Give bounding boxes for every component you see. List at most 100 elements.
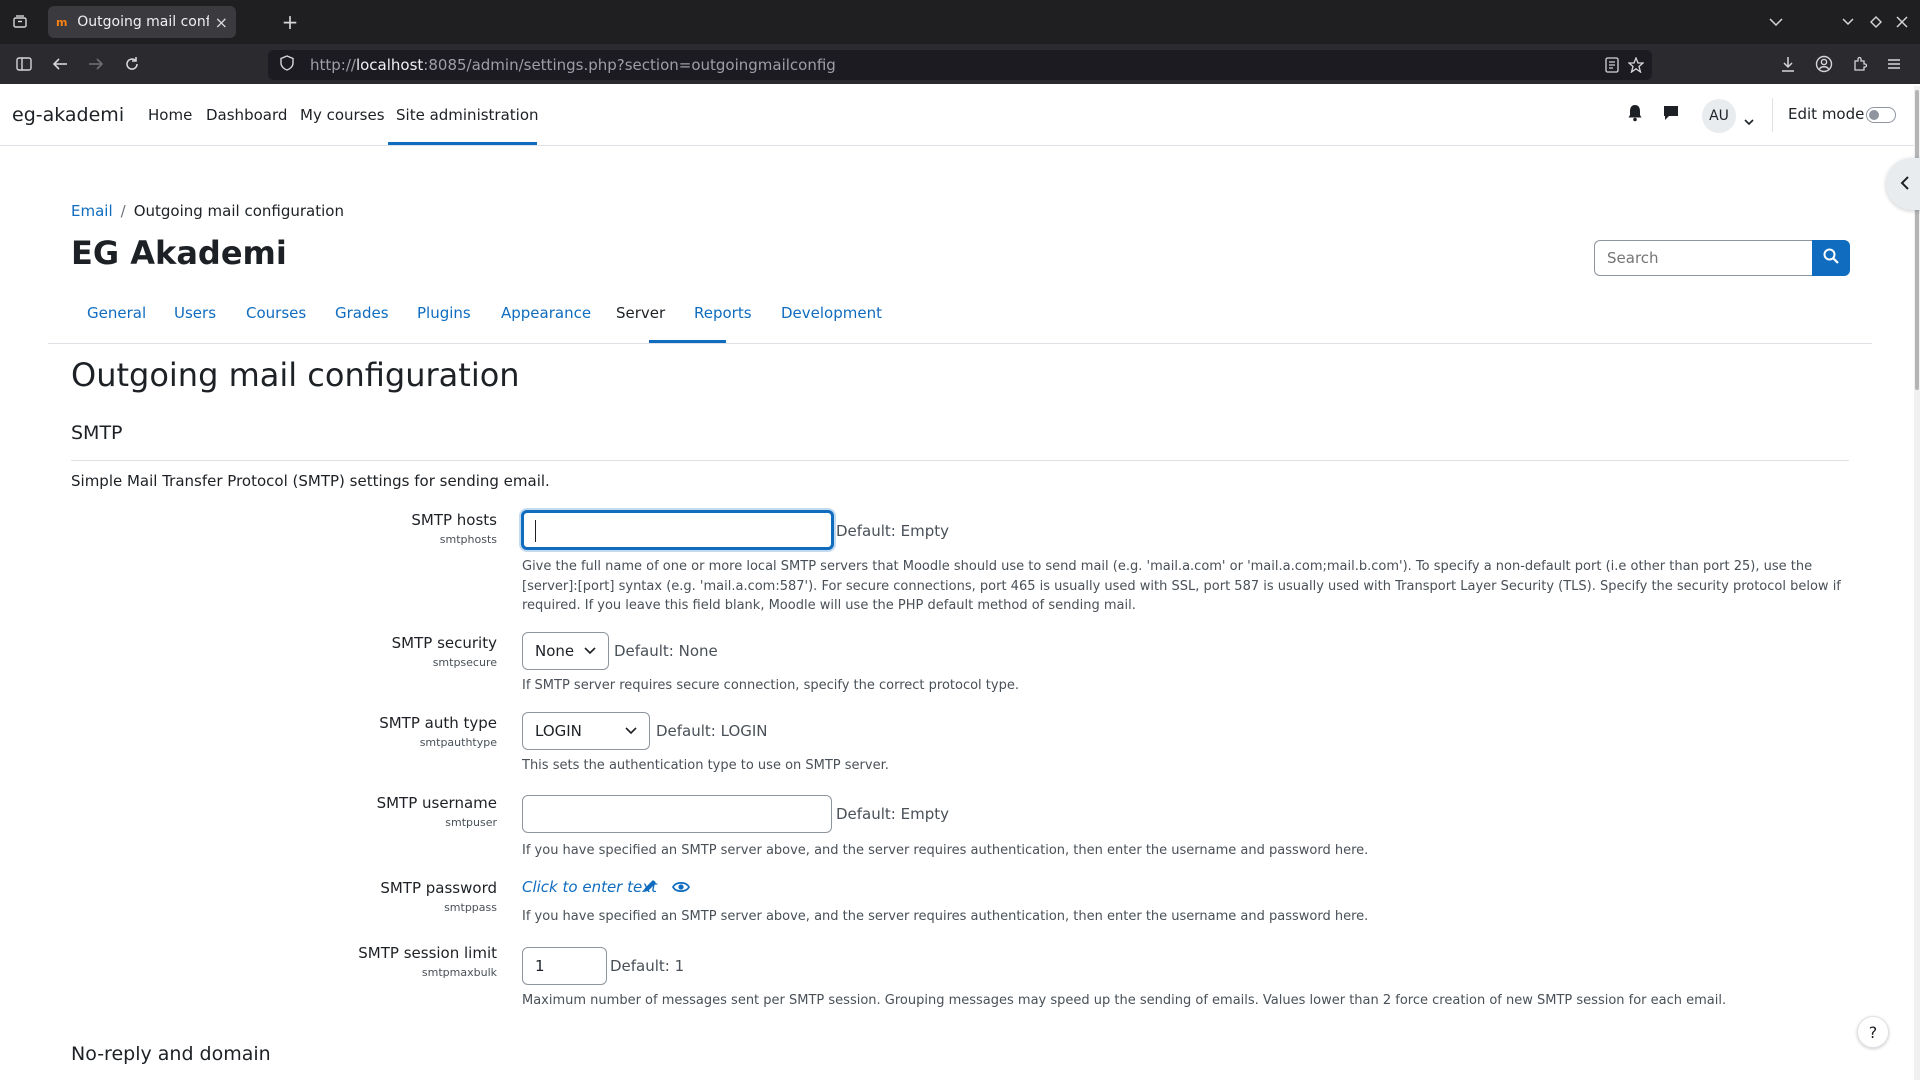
- url-text[interactable]: http://localhost:8085/admin/settings.php…: [310, 56, 836, 74]
- messages-chat-icon[interactable]: [1662, 104, 1680, 127]
- help-button[interactable]: ?: [1857, 1016, 1889, 1048]
- smtphosts-default: Default: Empty: [836, 522, 949, 540]
- smtpsecure-selected-value: None: [535, 642, 575, 660]
- smtpauthtype-setting-name: smtpauthtype: [419, 736, 497, 749]
- admin-search-input[interactable]: [1594, 240, 1812, 276]
- smtppass-help: If you have specified an SMTP server abo…: [522, 909, 1369, 924]
- site-title: EG Akademi: [71, 234, 287, 272]
- browser-tab-strip: m Outgoing mail configuration × +: [0, 0, 1920, 44]
- tab-reports[interactable]: Reports: [694, 304, 752, 322]
- bookmark-star-icon[interactable]: [1624, 53, 1648, 77]
- smtpauthtype-default: Default: LOGIN: [656, 722, 768, 740]
- close-window-icon[interactable]: [1890, 10, 1914, 34]
- section-heading-smtp: SMTP: [71, 422, 123, 444]
- text-cursor: [535, 520, 536, 542]
- nav-active-indicator: [388, 142, 537, 145]
- reader-view-icon[interactable]: [1600, 53, 1624, 77]
- smtpauthtype-label: SMTP auth type: [379, 714, 497, 732]
- smtpuser-label: SMTP username: [376, 794, 497, 812]
- address-bar[interactable]: http://localhost:8085/admin/settings.php…: [268, 50, 1652, 80]
- smtpuser-input[interactable]: [522, 795, 832, 833]
- chevron-left-icon: [1900, 175, 1909, 194]
- extensions-icon[interactable]: [1848, 52, 1872, 76]
- forward-arrow-icon[interactable]: [84, 52, 108, 76]
- close-tab-icon[interactable]: ×: [215, 13, 228, 32]
- smtpmaxbulk-label: SMTP session limit: [358, 944, 497, 962]
- smtpsecure-default: Default: None: [614, 642, 718, 660]
- tab-list-chevron-icon[interactable]: [1764, 10, 1788, 34]
- search-icon: [1823, 248, 1839, 268]
- tab-overview-icon[interactable]: [8, 10, 32, 34]
- tab-grades[interactable]: Grades: [335, 304, 389, 322]
- smtpsecure-help: If SMTP server requires secure connectio…: [522, 678, 1019, 693]
- smtpuser-setting-name: smtpuser: [445, 816, 497, 829]
- notifications-bell-icon[interactable]: [1627, 104, 1643, 127]
- site-info-shield-icon[interactable]: [280, 55, 298, 75]
- smtpauthtype-select[interactable]: LOGIN: [522, 712, 650, 750]
- browser-tab-active[interactable]: m Outgoing mail configuration ×: [48, 6, 236, 38]
- smtpmaxbulk-input[interactable]: [522, 947, 607, 985]
- smtpauthtype-help: This sets the authentication type to use…: [522, 758, 889, 773]
- toggle-knob: [1869, 110, 1879, 120]
- smtphosts-help: Give the full name of one or more local …: [522, 559, 1841, 613]
- smtphosts-input[interactable]: [521, 510, 834, 550]
- maximize-window-icon[interactable]: [1864, 10, 1888, 34]
- smtppass-click-to-enter-link[interactable]: Click to enter text: [522, 878, 657, 896]
- tab-plugins[interactable]: Plugins: [417, 304, 471, 322]
- reload-icon[interactable]: [120, 52, 144, 76]
- tab-development[interactable]: Development: [781, 304, 882, 322]
- nav-link-home[interactable]: Home: [148, 106, 192, 124]
- pencil-icon[interactable]: [642, 878, 658, 898]
- breadcrumb-item-current: Outgoing mail configuration: [133, 202, 344, 220]
- smtppass-setting-name: smtppass: [444, 901, 497, 914]
- smtphosts-label: SMTP hosts: [411, 511, 497, 529]
- account-icon[interactable]: [1812, 52, 1836, 76]
- tab-server[interactable]: Server: [616, 304, 665, 322]
- smtpmaxbulk-help: Maximum number of messages sent per SMTP…: [522, 993, 1727, 1008]
- sidebar-toggle-icon[interactable]: [12, 52, 36, 76]
- tab-appearance[interactable]: Appearance: [501, 304, 591, 322]
- breadcrumb-item-email[interactable]: Email: [71, 202, 113, 220]
- section-heading-noreply: No-reply and domain: [71, 1043, 271, 1065]
- smtppass-label: SMTP password: [380, 879, 497, 897]
- admin-category-tabs: General Users Courses Grades Plugins App…: [48, 296, 1872, 344]
- nav-link-my-courses[interactable]: My courses: [300, 106, 385, 124]
- tab-users[interactable]: Users: [174, 304, 216, 322]
- new-tab-icon[interactable]: +: [278, 10, 302, 34]
- browser-tab-title: Outgoing mail configuration: [77, 14, 209, 30]
- tab-courses[interactable]: Courses: [246, 304, 306, 322]
- tab-general[interactable]: General: [87, 304, 146, 322]
- minimize-window-icon[interactable]: [1836, 10, 1860, 34]
- breadcrumb: Email / Outgoing mail configuration: [71, 202, 344, 220]
- downloads-icon[interactable]: [1776, 52, 1800, 76]
- chevron-down-icon: [625, 724, 637, 738]
- smtphosts-setting-name: smtphosts: [439, 533, 497, 546]
- chevron-down-icon: [584, 644, 596, 658]
- moodle-favicon-icon: m: [56, 15, 68, 29]
- smtpsecure-select[interactable]: None: [522, 632, 609, 670]
- block-drawer-toggle[interactable]: [1886, 158, 1920, 210]
- nav-link-site-administration[interactable]: Site administration: [396, 106, 539, 124]
- reveal-password-eye-icon[interactable]: [671, 879, 691, 893]
- smtpsecure-setting-name: smtpsecure: [432, 656, 497, 669]
- user-menu-chevron-down-icon[interactable]: [1744, 111, 1754, 131]
- smtpsecure-label: SMTP security: [391, 634, 497, 652]
- smtpuser-default: Default: Empty: [836, 805, 949, 823]
- tab-active-indicator: [649, 340, 726, 343]
- smtpmaxbulk-setting-name: smtpmaxbulk: [421, 966, 497, 979]
- back-arrow-icon[interactable]: [48, 52, 72, 76]
- page-scrollbar-thumb[interactable]: [1915, 90, 1919, 390]
- smtpauthtype-selected-value: LOGIN: [535, 722, 582, 740]
- breadcrumb-separator: /: [120, 202, 126, 220]
- user-avatar[interactable]: AU: [1702, 99, 1736, 133]
- smtpuser-help: If you have specified an SMTP server abo…: [522, 843, 1369, 858]
- app-menu-icon[interactable]: [1882, 52, 1906, 76]
- edit-mode-label: Edit mode: [1788, 105, 1865, 123]
- navbar-divider: [1772, 98, 1773, 132]
- nav-link-dashboard[interactable]: Dashboard: [206, 106, 287, 124]
- site-navbar: eg-akademi Home Dashboard My courses Sit…: [0, 84, 1918, 146]
- admin-search-button[interactable]: [1812, 240, 1850, 276]
- edit-mode-toggle[interactable]: [1866, 107, 1896, 123]
- site-brand[interactable]: eg-akademi: [12, 104, 124, 126]
- section-description: Simple Mail Transfer Protocol (SMTP) set…: [71, 472, 550, 490]
